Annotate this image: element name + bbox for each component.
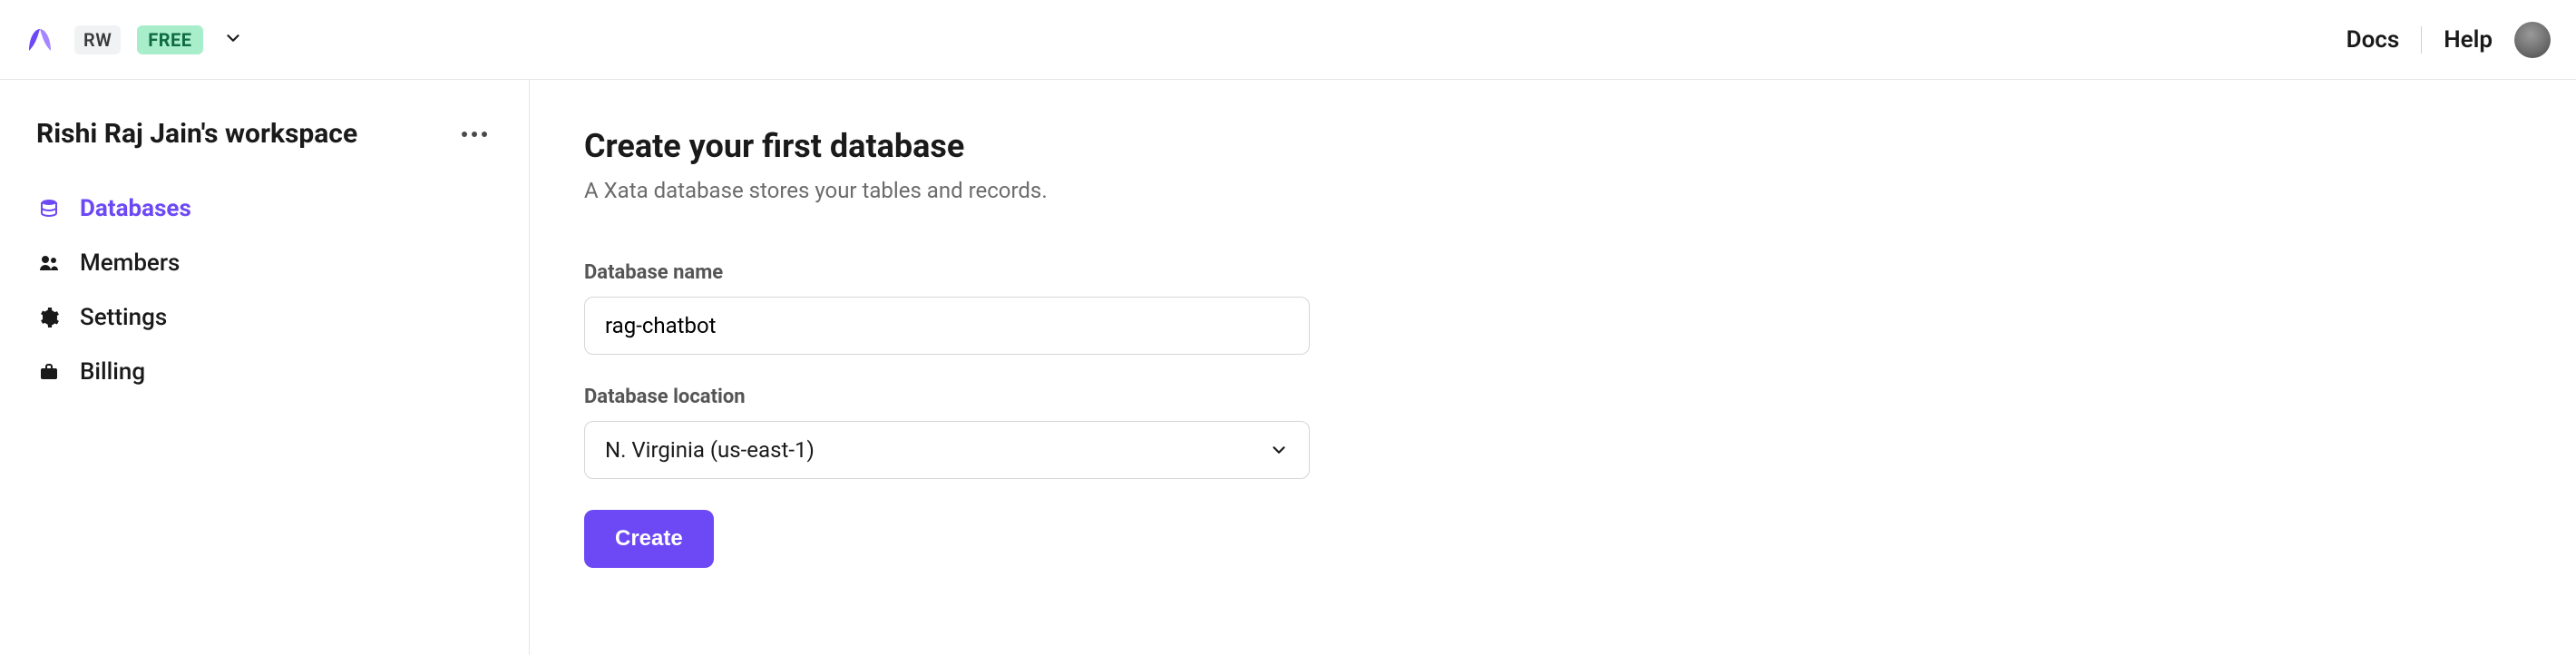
more-dots-icon bbox=[462, 132, 467, 137]
layout-spacer bbox=[1364, 80, 2576, 655]
sidebar-item-settings[interactable]: Settings bbox=[36, 304, 493, 331]
plan-badge: FREE bbox=[137, 25, 202, 54]
database-location-value: N. Virginia (us-east-1) bbox=[605, 437, 815, 463]
sidebar-nav: Databases Members Settings Billing bbox=[36, 195, 493, 386]
sidebar-item-databases[interactable]: Databases bbox=[36, 195, 493, 222]
database-location-select[interactable]: N. Virginia (us-east-1) bbox=[584, 421, 1310, 479]
workspace-header: Rishi Raj Jain's workspace bbox=[36, 118, 493, 150]
chevron-down-icon bbox=[1269, 440, 1289, 460]
sidebar-item-label: Settings bbox=[80, 304, 167, 331]
more-dots-icon bbox=[482, 132, 487, 137]
sidebar-item-label: Members bbox=[80, 249, 180, 277]
page-title: Create your first database bbox=[584, 127, 1310, 165]
sidebar-item-label: Billing bbox=[80, 358, 145, 386]
docs-link[interactable]: Docs bbox=[2347, 26, 2400, 54]
members-icon bbox=[36, 250, 62, 276]
database-location-label: Database location bbox=[584, 386, 1310, 408]
sidebar: Rishi Raj Jain's workspace Databases Mem… bbox=[0, 80, 530, 655]
avatar[interactable] bbox=[2514, 22, 2551, 58]
more-dots-icon bbox=[472, 132, 477, 137]
topbar-right: Docs Help bbox=[2347, 22, 2551, 58]
xata-logo[interactable] bbox=[22, 22, 58, 58]
database-name-input[interactable] bbox=[605, 313, 1289, 338]
topbar-left: RW FREE bbox=[22, 22, 243, 58]
main-content: Create your first database A Xata databa… bbox=[530, 80, 1364, 655]
sidebar-item-members[interactable]: Members bbox=[36, 249, 493, 277]
topbar-divider bbox=[2421, 26, 2422, 54]
chevron-down-icon bbox=[223, 28, 243, 48]
topbar: RW FREE Docs Help bbox=[0, 0, 2576, 80]
workspace-initials-chip[interactable]: RW bbox=[74, 25, 121, 54]
database-name-input-wrapper bbox=[584, 297, 1310, 355]
gear-icon bbox=[36, 305, 62, 330]
workspace-switcher-button[interactable] bbox=[223, 28, 243, 52]
workspace-more-button[interactable] bbox=[456, 126, 493, 142]
page-subtitle: A Xata database stores your tables and r… bbox=[584, 178, 1310, 203]
database-name-label: Database name bbox=[584, 261, 1310, 284]
workspace-name: Rishi Raj Jain's workspace bbox=[36, 118, 357, 150]
database-icon bbox=[36, 196, 62, 221]
briefcase-icon bbox=[36, 359, 62, 385]
sidebar-item-billing[interactable]: Billing bbox=[36, 358, 493, 386]
create-button[interactable]: Create bbox=[584, 510, 714, 568]
sidebar-item-label: Databases bbox=[80, 195, 191, 222]
database-name-field: Database name bbox=[584, 261, 1310, 355]
help-link[interactable]: Help bbox=[2444, 26, 2493, 54]
database-location-field: Database location N. Virginia (us-east-1… bbox=[584, 386, 1310, 479]
